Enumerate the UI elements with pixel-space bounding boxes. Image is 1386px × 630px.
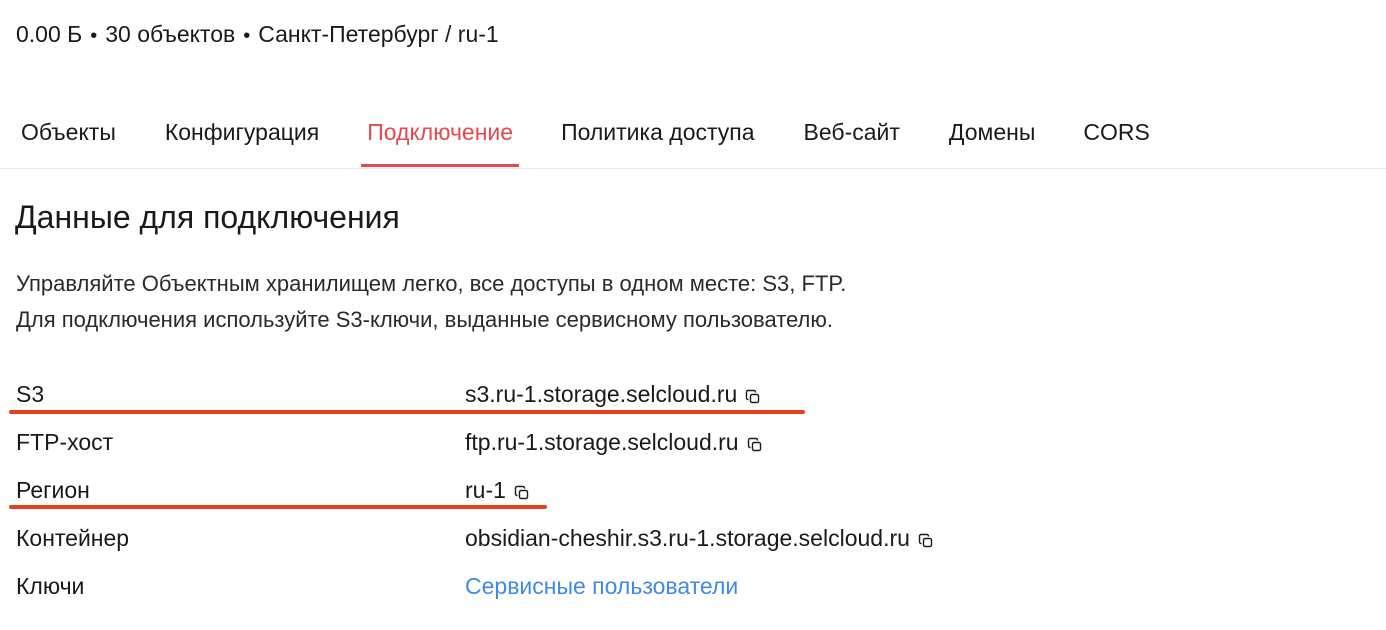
description-line: Для подключения используйте S3-ключи, вы… — [16, 307, 834, 332]
keys-label: Ключи — [16, 573, 85, 599]
object-count: 30 объектов — [105, 21, 236, 47]
annotation-underline-s3 — [9, 410, 805, 414]
copy-icon[interactable] — [745, 389, 761, 405]
copy-icon[interactable] — [747, 437, 763, 453]
tab-domains[interactable]: Домены — [943, 108, 1041, 166]
tab-bar: Объекты Конфигурация Подключение Политик… — [0, 108, 1386, 169]
tab-cors[interactable]: CORS — [1077, 108, 1155, 166]
service-users-link[interactable]: Сервисные пользователи — [465, 564, 738, 608]
row-container: Контейнер obsidian-cheshir.s3.ru-1.stora… — [16, 516, 1316, 564]
copy-icon[interactable] — [514, 485, 530, 501]
tab-access-policy[interactable]: Политика доступа — [555, 108, 760, 166]
bucket-location: Санкт-Петербург / ru-1 — [258, 21, 499, 47]
tab-objects[interactable]: Объекты — [15, 108, 122, 166]
separator: • — [90, 25, 98, 47]
description-line: Управляйте Объектным хранилищем легко, в… — [16, 271, 847, 296]
ftp-value: ftp.ru-1.storage.selcloud.ru — [465, 420, 763, 464]
tab-connection[interactable]: Подключение — [361, 108, 519, 167]
container-value: obsidian-cheshir.s3.ru-1.storage.selclou… — [465, 516, 934, 560]
page: 0.00 Б • 30 объектов • Санкт-Петербург / ru-… — [0, 0, 1386, 630]
ftp-host: ftp.ru-1.storage.selcloud.ru — [465, 429, 739, 455]
keys-value: Сервисные пользователи — [465, 564, 738, 608]
annotation-underline-region — [9, 505, 547, 509]
section-description: Управляйте Объектным хранилищем легко, в… — [16, 266, 846, 338]
row-keys: Ключи Сервисные пользователи — [16, 564, 1316, 612]
connection-details: S3 s3.ru-1.storage.selcloud.ru FTP-хост … — [16, 372, 1316, 612]
ftp-label: FTP-хост — [16, 429, 114, 455]
copy-icon[interactable] — [918, 533, 934, 549]
separator: • — [243, 25, 251, 47]
container-label: Контейнер — [16, 525, 130, 551]
container-endpoint: obsidian-cheshir.s3.ru-1.storage.selclou… — [465, 525, 910, 551]
bucket-size: 0.00 Б — [16, 21, 83, 47]
tab-website[interactable]: Веб-сайт — [798, 108, 906, 166]
section-title: Данные для подключения — [15, 199, 400, 235]
row-ftp: FTP-хост ftp.ru-1.storage.selcloud.ru — [16, 420, 1316, 468]
tab-configuration[interactable]: Конфигурация — [159, 108, 325, 166]
bucket-meta: 0.00 Б • 30 объектов • Санкт-Петербург / ru-… — [16, 18, 499, 52]
